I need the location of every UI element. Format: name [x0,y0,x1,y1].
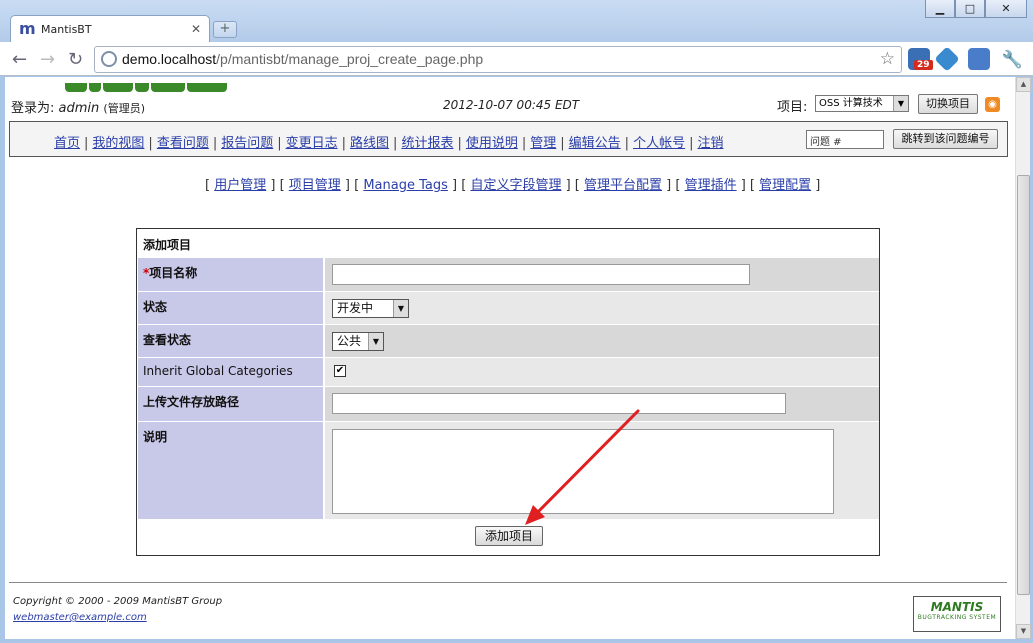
manage-custom-fields-link[interactable]: 自定义字段管理 [470,178,561,193]
dropdown-arrow-icon: ▼ [368,333,383,350]
status-cell: 开发中 ▼ [325,292,879,324]
mantis-footer-logo[interactable]: MANTIS BUGTRACKING SYSTEM [913,596,1001,632]
forward-arrow-icon[interactable]: → [40,49,55,70]
jump-to-bug-button[interactable]: 跳转到该问题编号 [893,129,998,149]
footer-divider [9,582,1007,583]
manage-config-link[interactable]: 管理配置 [759,178,811,193]
annotation-arrow-icon [525,409,640,525]
switch-project-button[interactable]: 切换项目 [918,94,978,114]
address-bar[interactable]: demo.localhost/p/mantisbt/manage_proj_cr… [94,46,902,73]
tab-title: MantisBT [41,23,92,36]
manage-submenu: [ 用户管理 ] [ 项目管理 ] [ Manage Tags ] [ 自定义字… [205,178,821,193]
url-host: demo.localhost [122,51,217,67]
window-controls: ▁ □ ✕ [925,0,1027,18]
scrollbar-thumb[interactable] [1017,175,1030,595]
view-status-cell: 公共 ▼ [325,325,879,357]
bookmark-star-icon[interactable]: ☆ [880,49,895,69]
menu-item-docs[interactable]: 使用说明 [466,136,518,151]
webmaster-email-link[interactable]: webmaster@example.com [13,612,147,623]
menu-item-report-issue[interactable]: 报告问题 [221,136,273,151]
bug-id-input[interactable]: 问题 # [806,130,884,149]
url-path: /p/mantisbt/manage_proj_create_page.php [216,51,484,67]
menu-item-changelog[interactable]: 变更日志 [286,136,338,151]
footer-logo-subtext: BUGTRACKING SYSTEM [917,614,997,621]
page-scrollbar[interactable]: ▲ ▼ [1015,77,1031,639]
footer-logo-text: MANTIS [930,600,984,614]
menu-item-roadmap[interactable]: 路线图 [350,136,389,151]
tab-close-icon[interactable]: ✕ [191,22,201,36]
description-label: 说明 [138,422,323,519]
close-window-button[interactable]: ✕ [985,0,1027,18]
new-tab-button[interactable]: + [213,21,237,38]
manage-users-link[interactable]: 用户管理 [214,178,266,193]
project-name-label-text: 项目名称 [149,266,198,280]
inherit-categories-cell: ✔ [325,358,879,386]
row-status: 状态 开发中 ▼ [138,292,879,324]
browser-tab[interactable]: m MantisBT ✕ [10,15,210,43]
view-status-select[interactable]: 公共 ▼ [332,332,384,351]
wrench-menu-icon[interactable]: 🔧 [1002,50,1023,70]
menu-item-logout[interactable]: 注销 [697,136,723,151]
status-label: 状态 [138,292,323,324]
scroll-down-arrow-icon[interactable]: ▼ [1016,624,1031,639]
maximize-button[interactable]: □ [955,0,985,18]
project-name-label: *项目名称 [138,258,323,291]
back-arrow-icon[interactable]: ← [12,49,27,70]
screen-capture-extension-icon[interactable] [968,48,990,70]
globe-icon [101,51,117,67]
scroll-up-arrow-icon[interactable]: ▲ [1016,77,1031,92]
menu-item-home[interactable]: 首页 [54,136,80,151]
menu-item-manage[interactable]: 管理 [530,136,556,151]
menu-item-view-issues[interactable]: 查看问题 [157,136,209,151]
row-inherit-categories: Inherit Global Categories ✔ [138,358,879,386]
mantis-favicon-icon: m [19,18,36,38]
current-datetime: 2012-10-07 00:45 EDT [443,98,580,112]
project-name-cell [325,258,879,291]
main-menu-links: 首页 | 我的视图 | 查看问题 | 报告问题 | 变更日志 | 路线图 | 统计报表 | 使用说明 | 管理 |… [54,136,724,151]
unread-count-badge: 29 [914,60,933,70]
mantis-logo-partial [65,77,265,92]
project-name-input[interactable] [332,264,750,285]
login-info: 登录为: admin (管理员) [11,97,145,116]
project-selected-value: OSS 计算技术 [819,98,883,109]
inherit-categories-checkbox[interactable]: ✔ [334,365,346,377]
url-text: demo.localhost/p/mantisbt/manage_proj_cr… [122,51,483,67]
form-title: 添加项目 [143,238,192,252]
login-label: 登录为: [11,101,55,116]
manage-projects-link[interactable]: 项目管理 [289,178,341,193]
menu-item-my-view[interactable]: 我的视图 [92,136,144,151]
manage-tags-link[interactable]: Manage Tags [363,178,448,193]
file-path-label: 上传文件存放路径 [138,387,323,421]
row-project-name: *项目名称 [138,258,879,291]
menu-item-my-account[interactable]: 个人帐号 [633,136,685,151]
inherit-categories-label: Inherit Global Categories [138,358,323,386]
page-viewport: 登录为: admin (管理员) 2012-10-07 00:45 EDT 项目… [5,77,1015,639]
menu-item-summary[interactable]: 统计报表 [401,136,453,151]
rss-icon[interactable]: ◉ [985,97,1000,112]
menu-item-edit-news[interactable]: 编辑公告 [569,136,621,151]
browser-titlebar: m MantisBT ✕ + ▁ □ ✕ [0,0,1033,43]
project-select[interactable]: OSS 计算技术 ▼ [815,95,909,112]
view-status-selected-value: 公共 [337,334,362,348]
user-role: (管理员) [103,102,145,115]
manage-platform-config-link[interactable]: 管理平台配置 [584,178,662,193]
row-view-status: 查看状态 公共 ▼ [138,325,879,357]
manage-plugins-link[interactable]: 管理插件 [685,178,737,193]
project-label: 项目: [777,100,808,115]
status-selected-value: 开发中 [337,301,374,315]
copyright-text: Copyright © 2000 - 2009 MantisBT Group [13,596,223,607]
add-project-button[interactable]: 添加项目 [475,526,543,546]
dropdown-arrow-icon: ▼ [893,96,908,111]
reload-icon[interactable]: ↻ [68,49,83,70]
view-status-label: 查看状态 [138,325,323,357]
username: admin [58,101,100,116]
main-menu: 首页 | 我的视图 | 查看问题 | 报告问题 | 变更日志 | 路线图 | 统计报表 | 使用说明 | 管理 |… [9,121,1008,157]
dropdown-arrow-icon: ▼ [393,300,408,317]
minimize-button[interactable]: ▁ [925,0,955,18]
status-select[interactable]: 开发中 ▼ [332,299,409,318]
browser-toolbar: ← → ↻ demo.localhost/p/mantisbt/manage_p… [0,42,1033,76]
extension-puzzle-icon[interactable] [934,46,960,72]
